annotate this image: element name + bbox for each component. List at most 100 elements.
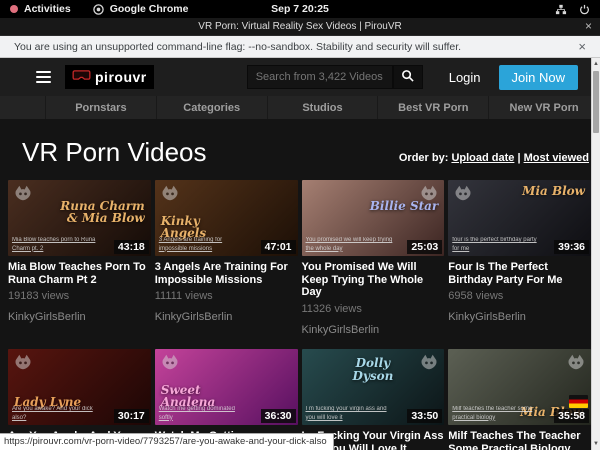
- scrollbar-thumb[interactable]: [593, 71, 599, 133]
- site-logo[interactable]: pirouvr: [65, 65, 154, 89]
- thumbnail-caption: Are you awake? And your dick also?: [12, 405, 101, 422]
- clock[interactable]: Sep 7 20:25: [271, 3, 329, 15]
- order-by-label: Order by:: [399, 152, 449, 164]
- german-flag-icon: [569, 395, 588, 408]
- search-input[interactable]: [247, 65, 393, 89]
- site-logo-text: pirouvr: [95, 69, 147, 85]
- video-title[interactable]: Mia Blow Teaches Porn To Runa Charm Pt 2: [8, 261, 151, 286]
- thumbnail-caption: I m fucking your virgin ass and you will…: [306, 405, 395, 422]
- nav-item-studios[interactable]: Studios: [267, 96, 378, 119]
- app-menu-label: Google Chrome: [110, 3, 189, 15]
- duration-badge: 36:30: [261, 409, 296, 423]
- vr-goggles-icon: [72, 68, 91, 86]
- video-thumbnail[interactable]: Kinky Angels 3 Angels are training for i…: [155, 180, 298, 256]
- thumbnail-caption: four is the perfect birthday party for m…: [452, 236, 541, 253]
- nav-item-new-vr-porn[interactable]: New VR Porn: [488, 96, 600, 119]
- page-content: VR Porn Videos Order by: Upload date | M…: [0, 119, 600, 450]
- video-studio-link[interactable]: KinkyGirlsBerlin: [8, 311, 151, 324]
- video-card[interactable]: Mia Blow four is the perfect birthday pa…: [448, 180, 591, 337]
- scrollbar-down-arrow-icon[interactable]: ▼: [592, 438, 600, 450]
- scrollbar[interactable]: ▲ ▼: [591, 58, 600, 450]
- order-by: Order by: Upload date | Most viewed: [399, 152, 589, 164]
- video-thumbnail[interactable]: Sweet Analena Watch me getting dominated…: [155, 349, 298, 425]
- video-views: 11111 views: [155, 290, 298, 303]
- chrome-infobar: You are using an unsupported command-lin…: [0, 36, 600, 58]
- video-title[interactable]: You Promised We Will Keep Trying The Who…: [302, 261, 445, 299]
- video-views: 6958 views: [448, 290, 591, 303]
- studio-logo-icon: [418, 352, 440, 372]
- video-studio-link[interactable]: KinkyGirlsBerlin: [448, 311, 591, 324]
- chrome-icon: [93, 4, 104, 15]
- order-upload-date-link[interactable]: Upload date: [451, 152, 514, 164]
- video-views: 11326 views: [302, 303, 445, 316]
- window-titlebar: VR Porn: Virtual Reality Sex Videos | Pi…: [0, 18, 600, 36]
- order-most-viewed-link[interactable]: Most viewed: [524, 152, 589, 164]
- search-box: [247, 65, 423, 89]
- recording-indicator-icon: [10, 5, 18, 13]
- duration-badge: 25:03: [407, 240, 442, 254]
- video-thumbnail[interactable]: Mia Blow Milf teaches the teacher some p…: [448, 349, 591, 425]
- studio-logo-icon: [565, 352, 587, 372]
- duration-badge: 47:01: [261, 240, 296, 254]
- status-url-tooltip: https://pirouvr.com/vr-porn-video/779325…: [0, 433, 334, 450]
- order-separator: |: [517, 152, 520, 164]
- video-studio-link[interactable]: KinkyGirlsBerlin: [302, 324, 445, 337]
- video-thumbnail[interactable]: Billie Star You promised we will keep tr…: [302, 180, 445, 256]
- scrollbar-up-arrow-icon[interactable]: ▲: [592, 58, 600, 70]
- thumbnail-caption: Milf teaches the teacher some practical …: [452, 405, 541, 422]
- site-header: pirouvr Login Join Now: [0, 58, 600, 96]
- power-icon[interactable]: [579, 4, 590, 15]
- thumbnail-overlay-name: Billie Star: [370, 200, 439, 213]
- thumbnail-caption: 3 Angels are training for impossible mis…: [159, 236, 248, 253]
- video-studio-link[interactable]: KinkyGirlsBerlin: [155, 311, 298, 324]
- duration-badge: 43:18: [114, 240, 149, 254]
- window-title: VR Porn: Virtual Reality Sex Videos | Pi…: [198, 21, 401, 32]
- search-icon: [401, 69, 414, 85]
- duration-badge: 39:36: [554, 240, 589, 254]
- studio-logo-icon: [159, 183, 181, 203]
- nav-item-best-vr-porn[interactable]: Best VR Porn: [377, 96, 488, 119]
- window-close-icon[interactable]: ×: [585, 19, 592, 33]
- login-link[interactable]: Login: [449, 70, 481, 85]
- video-title[interactable]: 3 Angels Are Training For Impossible Mis…: [155, 261, 298, 286]
- video-title[interactable]: Milf Teaches The Teacher Some Practical …: [448, 430, 591, 450]
- thumbnail-caption: Watch me getting dominated softly: [159, 405, 248, 422]
- video-card[interactable]: Runa Charm & Mia Blow Mia Blow teaches p…: [8, 180, 151, 337]
- infobar-message: You are using an unsupported command-lin…: [14, 41, 461, 53]
- video-title[interactable]: Four Is The Perfect Birthday Party For M…: [448, 261, 591, 286]
- nav-item-categories[interactable]: Categories: [156, 96, 267, 119]
- video-card[interactable]: Kinky Angels 3 Angels are training for i…: [155, 180, 298, 337]
- focused-app-menu[interactable]: Google Chrome: [93, 3, 189, 15]
- network-icon[interactable]: [555, 4, 567, 15]
- studio-logo-icon: [12, 352, 34, 372]
- video-views: 19183 views: [8, 290, 151, 303]
- nav-item-pornstars[interactable]: Pornstars: [45, 96, 156, 119]
- join-now-button[interactable]: Join Now: [499, 65, 578, 90]
- activities-button[interactable]: Activities: [10, 3, 71, 15]
- main-nav: Pornstars Categories Studios Best VR Por…: [0, 96, 600, 119]
- video-thumbnail[interactable]: Runa Charm & Mia Blow Mia Blow teaches p…: [8, 180, 151, 256]
- thumbnail-caption: Mia Blow teaches porn to Runa Charm pt. …: [12, 236, 101, 253]
- infobar-close-icon[interactable]: ×: [578, 39, 586, 54]
- video-thumbnail[interactable]: Mia Blow four is the perfect birthday pa…: [448, 180, 591, 256]
- video-grid: Runa Charm & Mia Blow Mia Blow teaches p…: [8, 180, 591, 450]
- thumbnail-overlay-name: Mia Blow: [522, 185, 585, 198]
- system-top-bar: Activities Google Chrome Sep 7 20:25: [0, 0, 600, 18]
- video-thumbnail[interactable]: Dolly Dyson I m fucking your virgin ass …: [302, 349, 445, 425]
- page-title: VR Porn Videos: [22, 137, 207, 167]
- thumbnail-overlay-name: Dolly Dyson: [337, 357, 408, 382]
- studio-logo-icon: [452, 183, 474, 203]
- search-button[interactable]: [393, 65, 423, 89]
- studio-logo-icon: [159, 352, 181, 372]
- hamburger-menu-icon[interactable]: [36, 71, 51, 83]
- thumbnail-overlay-name: Runa Charm & Mia Blow: [56, 200, 145, 225]
- video-card[interactable]: Mia Blow Milf teaches the teacher some p…: [448, 349, 591, 450]
- video-card[interactable]: Billie Star You promised we will keep tr…: [302, 180, 445, 337]
- studio-logo-icon: [12, 183, 34, 203]
- duration-badge: 30:17: [114, 409, 149, 423]
- activities-label: Activities: [24, 3, 71, 15]
- thumbnail-caption: You promised we will keep trying the who…: [306, 236, 395, 253]
- video-thumbnail[interactable]: Lady Lyne Are you awake? And your dick a…: [8, 349, 151, 425]
- duration-badge: 33:50: [407, 409, 442, 423]
- duration-badge: 35:58: [554, 409, 589, 423]
